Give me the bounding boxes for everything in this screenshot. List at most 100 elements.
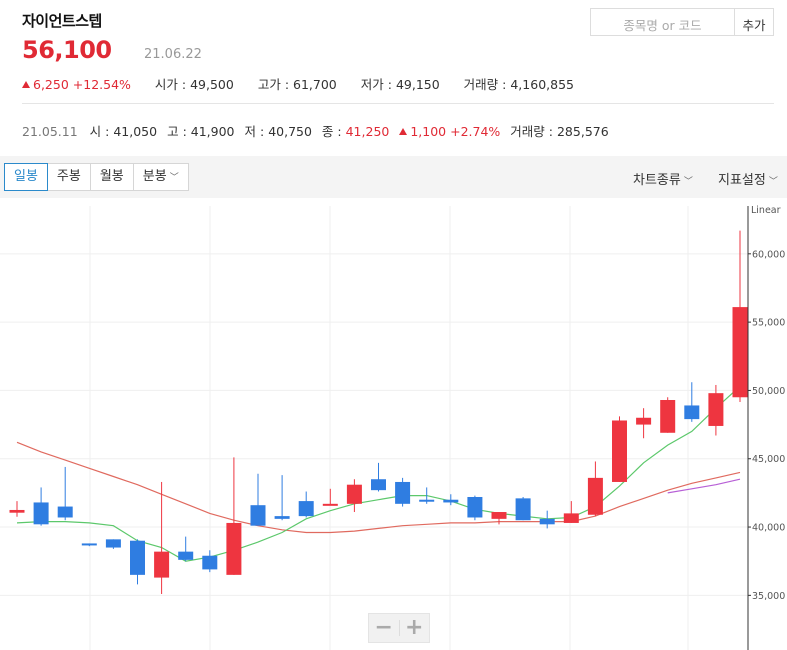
zoom-out-button[interactable]: −	[369, 614, 399, 642]
history-low: 저 : 40,750	[244, 124, 312, 139]
candle-body	[346, 484, 362, 504]
tab-weekly[interactable]: 주봉	[47, 163, 91, 191]
y-scale-label: Linear	[751, 205, 781, 216]
y-tick-label: 35,000	[752, 591, 785, 602]
zoom-in-button[interactable]: +	[400, 614, 430, 642]
chart-toolbar: 일봉 주봉 월봉 분봉 ﹀ 차트종류 ﹀ 지표설정 ﹀	[0, 156, 787, 198]
candle-body	[395, 481, 411, 504]
search-input[interactable]: 종목명 or 코드	[590, 8, 735, 36]
divider	[22, 103, 774, 104]
tab-monthly[interactable]: 월봉	[90, 163, 134, 191]
candle-body	[563, 513, 579, 523]
volume-label: 거래량	[463, 77, 499, 92]
history-date: 21.05.11	[22, 124, 78, 139]
candle-body	[81, 543, 97, 546]
history-volume-label: 거래량	[510, 124, 545, 139]
candle-body	[154, 551, 170, 578]
chevron-down-icon: ﹀	[683, 177, 693, 187]
candle-body	[419, 499, 435, 502]
history-close-label: 종	[321, 124, 334, 139]
volume-info: 거래량 : 4,160,855	[463, 77, 574, 92]
change-value: 6,250	[33, 77, 69, 92]
price-date: 21.06.22	[144, 47, 202, 62]
tab-minute-label: 분봉	[142, 169, 167, 184]
y-tick-label: 45,000	[752, 454, 785, 465]
chart-type-label: 차트종류	[633, 173, 681, 188]
candle-body	[33, 502, 49, 525]
candle-body	[130, 540, 145, 575]
candle-body	[587, 477, 603, 515]
candle-body	[467, 496, 483, 518]
open-label: 시가	[154, 77, 178, 92]
price-summary: 6,250 +12.54% 시가 : 49,500 고가 : 61,700 저가…	[22, 74, 574, 93]
candle-body	[322, 503, 338, 506]
history-change: 1,100 +2.74%	[399, 124, 500, 139]
history-low-label: 저	[244, 124, 257, 139]
history-open: 시 : 41,050	[89, 124, 158, 139]
history-volume: 거래량 : 285,576	[510, 124, 609, 139]
price-change: 6,250 +12.54%	[22, 77, 131, 92]
candle-body	[57, 506, 73, 518]
candle-body	[660, 399, 676, 433]
chevron-down-icon: ﹀	[768, 177, 778, 187]
low-label: 저가	[360, 77, 384, 92]
low-value: 49,150	[395, 77, 440, 92]
candle-body	[250, 505, 266, 526]
up-triangle-icon	[399, 128, 408, 135]
current-price: 56,100	[22, 36, 112, 64]
candle-body	[612, 420, 627, 482]
candle-body	[491, 512, 507, 519]
candle-body	[636, 417, 652, 425]
high-label: 고가	[257, 77, 281, 92]
history-high-value: 41,900	[190, 124, 235, 139]
history-volume-value: 285,576	[556, 124, 609, 139]
history-change-pct: +2.74%	[450, 124, 501, 139]
history-row: 21.05.11 시 : 41,050 고 : 41,900 저 : 40,75…	[22, 121, 609, 140]
history-low-value: 40,750	[268, 124, 312, 139]
candle-body	[226, 522, 242, 575]
chevron-down-icon: ﹀	[169, 173, 179, 183]
candle-body	[708, 393, 724, 426]
y-tick-label: 50,000	[752, 386, 785, 397]
change-pct: +12.54%	[72, 77, 131, 92]
candle-body	[371, 479, 386, 491]
indicator-label: 지표설정	[718, 173, 766, 188]
history-close-value: 41,250	[345, 124, 390, 139]
candle-body	[539, 518, 555, 525]
history-high: 고 : 41,900	[167, 124, 235, 139]
chart-svg: Linear 35,000 40,000 45,000 50,000 55,000 60,0…	[0, 205, 785, 650]
y-tick-label: 55,000	[752, 318, 785, 329]
candle-body	[202, 555, 218, 570]
open-value: 49,500	[190, 77, 234, 92]
candle-body	[9, 509, 25, 513]
chart-type-menu[interactable]: 차트종류 ﹀	[633, 169, 693, 188]
up-triangle-icon	[22, 81, 30, 88]
stock-name: 자이언트스텝	[22, 12, 102, 30]
y-tick-label: 40,000	[752, 523, 785, 534]
candlestick-chart[interactable]: Linear 35,000 40,000 45,000 50,000 55,000 60,0…	[0, 198, 787, 650]
low-info: 저가 : 49,150	[360, 77, 440, 92]
history-open-label: 시	[89, 124, 102, 139]
candle-body	[732, 307, 748, 398]
tab-minute[interactable]: 분봉 ﹀	[133, 163, 189, 191]
history-change-value: 1,100	[410, 124, 447, 139]
high-info: 고가 : 61,700	[257, 77, 337, 92]
ma60-line	[667, 478, 741, 494]
candle-body	[105, 539, 121, 548]
y-tick-label: 60,000	[752, 249, 785, 260]
history-high-label: 고	[167, 124, 179, 139]
history-close: 종 : 41,250	[321, 124, 390, 139]
candle-body	[274, 516, 290, 519]
candle-body	[443, 499, 459, 503]
candle-body	[298, 501, 314, 517]
candle-body	[684, 405, 700, 420]
indicator-menu[interactable]: 지표설정 ﹀	[718, 169, 778, 188]
history-open-value: 41,050	[113, 124, 158, 139]
tab-daily[interactable]: 일봉	[4, 163, 48, 191]
volume-value: 4,160,855	[510, 77, 574, 92]
zoom-control: − +	[368, 613, 430, 643]
add-button[interactable]: 추가	[734, 8, 774, 36]
candle-body	[515, 498, 531, 521]
open-info: 시가 : 49,500	[154, 77, 234, 92]
period-tabs: 일봉 주봉 월봉 분봉 ﹀	[4, 163, 189, 191]
